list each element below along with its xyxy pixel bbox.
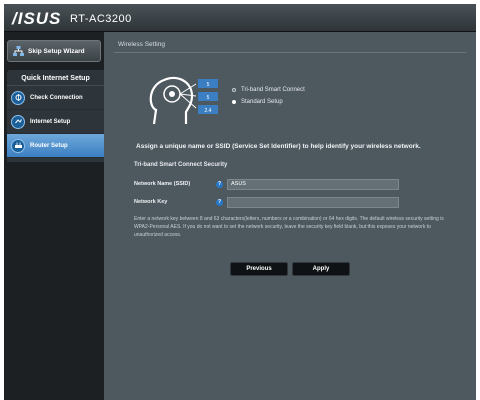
internet-step-icon: [11, 114, 25, 129]
band-label: 2.4: [205, 108, 212, 114]
network-name-label: Network Name (SSID): [134, 181, 191, 187]
network-key-note: Enter a network key between 8 and 63 cha…: [134, 216, 444, 238]
network-key-label: Network Key: [134, 199, 168, 205]
sidebar: Skip Setup Wizard Quick Internet Setup C…: [4, 32, 114, 400]
mode-tri-band-smart-connect[interactable]: Tri-band Smart Connect: [232, 84, 305, 96]
sidebar-item-label: Check Connection: [30, 94, 83, 101]
quick-internet-setup-menu: Quick Internet Setup Check Connection In…: [7, 70, 114, 162]
router-step-icon: [11, 138, 25, 153]
sidebar-item-label: Internet Setup: [30, 118, 71, 125]
security-section-title: Tri-band Smart Connect Security: [134, 162, 228, 168]
skip-setup-wizard-label: Skip Setup Wizard: [28, 47, 85, 55]
mode-label: Tri-band Smart Connect: [241, 87, 305, 93]
previous-button[interactable]: Previous: [230, 262, 288, 276]
connection-step-icon: [11, 90, 25, 105]
sidebar-item-label: Router Setup: [30, 142, 68, 149]
setup-mode-options: Tri-band Smart Connect Standard Setup: [232, 84, 305, 108]
help-icon[interactable]: ?: [216, 198, 223, 206]
network-tree-icon: [13, 46, 24, 56]
router-model: RT-AC3200: [70, 13, 132, 25]
main-panel: Wireless Setting 5 5 2.4 Tri-band Smart …: [104, 32, 476, 400]
help-icon[interactable]: ?: [216, 180, 223, 188]
top-header: /ISUS RT-AC3200: [4, 4, 476, 32]
page-title: Wireless Setting: [118, 41, 165, 48]
band-label: 5: [207, 95, 210, 101]
sidebar-item-internet-setup[interactable]: Internet Setup: [7, 110, 104, 134]
mode-label: Standard Setup: [241, 99, 283, 105]
skip-setup-wizard-button[interactable]: Skip Setup Wizard: [7, 40, 101, 62]
asus-logo: /ISUS: [12, 9, 62, 28]
mode-standard-setup[interactable]: Standard Setup: [232, 96, 305, 108]
menu-title: Quick Internet Setup: [7, 70, 104, 86]
network-name-row: Network Name (SSID) ?: [134, 178, 434, 190]
sidebar-item-check-connection[interactable]: Check Connection: [7, 86, 104, 110]
smart-connect-head-icon: 5 5 2.4: [149, 76, 218, 125]
title-divider: [114, 52, 466, 53]
network-key-row: Network Key ?: [134, 196, 434, 208]
standard-setup-radio[interactable]: [232, 100, 236, 104]
sidebar-item-router-setup[interactable]: Router Setup: [7, 134, 114, 158]
band-label: 5: [207, 82, 210, 88]
router-setup-window: /ISUS RT-AC3200 Skip Setup Wizard Quick …: [4, 4, 476, 400]
ssid-instruction: Assign a unique name or SSID (Service Se…: [136, 143, 421, 150]
apply-button[interactable]: Apply: [292, 262, 350, 276]
tri-band-radio[interactable]: [232, 88, 236, 92]
network-key-input[interactable]: [227, 196, 399, 208]
network-name-input[interactable]: [227, 178, 399, 190]
